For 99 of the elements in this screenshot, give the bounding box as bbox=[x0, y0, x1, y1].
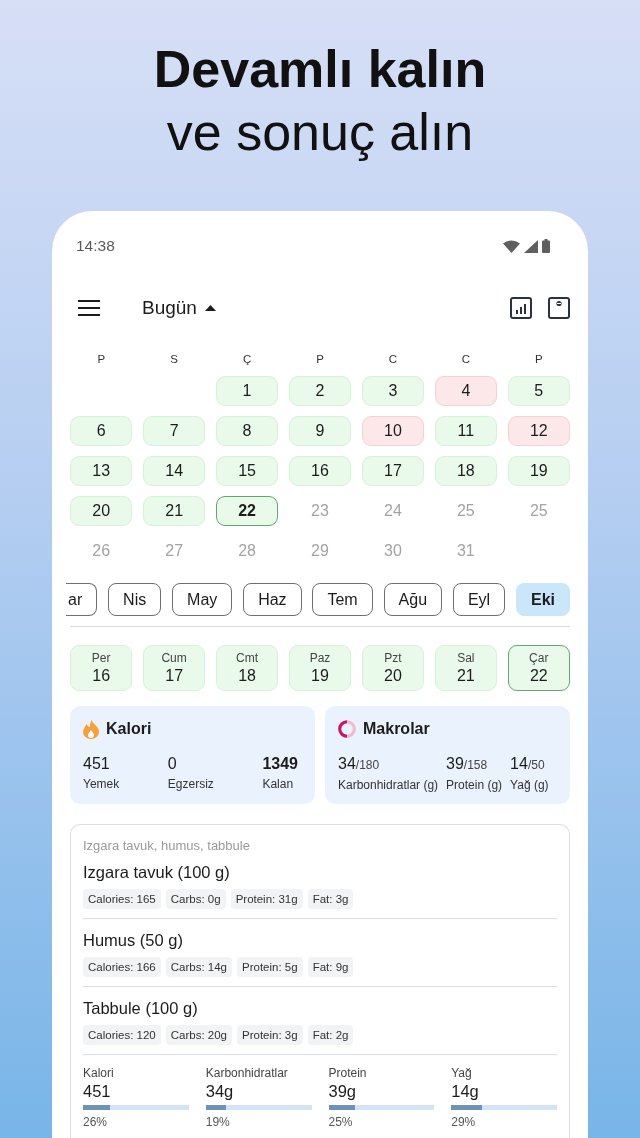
calendar-day[interactable]: 21 bbox=[142, 496, 206, 526]
month-chip[interactable]: Nis bbox=[108, 583, 162, 616]
calendar-day[interactable]: 4 bbox=[434, 376, 498, 406]
calendar-day[interactable]: 15 bbox=[215, 456, 279, 486]
total-value: 39g bbox=[328, 1081, 358, 1101]
week-day-chip[interactable]: Pzt 20 bbox=[361, 645, 425, 691]
stat-value: 1349 bbox=[262, 754, 298, 774]
calendar-day[interactable]: 19 bbox=[507, 456, 570, 486]
calendar-day[interactable]: 7 bbox=[142, 416, 206, 446]
status-time: 14:38 bbox=[76, 237, 115, 255]
total-label: Kalori bbox=[83, 1065, 115, 1081]
nutrient-tag: Carbs: 0g bbox=[165, 889, 226, 909]
signal-icon bbox=[524, 239, 538, 253]
month-chip[interactable]: Eyl bbox=[452, 583, 506, 616]
weekday-label: P bbox=[534, 353, 543, 365]
card-title: Makrolar bbox=[363, 720, 430, 738]
total-value: 451 bbox=[83, 1081, 112, 1101]
caret-icon bbox=[204, 305, 216, 311]
total-label: Yağ bbox=[451, 1065, 473, 1081]
calendar-day[interactable]: 17 bbox=[361, 456, 425, 486]
calendar-day[interactable]: 12 bbox=[507, 416, 570, 446]
total-percent: 19% bbox=[205, 1115, 231, 1129]
weekday-label: C bbox=[388, 353, 398, 365]
nutrient-tag: Protein: 3g bbox=[237, 1025, 303, 1045]
calendar-day[interactable]: 6 bbox=[70, 416, 133, 446]
headline-subtitle: ve sonuç alın bbox=[166, 102, 474, 163]
nutrient-tag: Fat: 3g bbox=[307, 889, 354, 909]
stat-label: Yemek bbox=[83, 776, 120, 793]
calendar-day[interactable]: 14 bbox=[142, 456, 206, 486]
stat-label: Protein (g) bbox=[446, 777, 503, 794]
macro-value: 14/50 bbox=[510, 754, 546, 774]
calendar-day[interactable]: 8 bbox=[215, 416, 279, 446]
stat-label: Egzersiz bbox=[167, 776, 214, 793]
nutrient-tag: Protein: 5g bbox=[237, 957, 303, 977]
wifi-icon bbox=[503, 239, 520, 253]
total-label: Protein bbox=[328, 1065, 368, 1081]
headline-title: Devamlı kalın bbox=[153, 39, 487, 100]
month-chip[interactable]: Eki bbox=[516, 583, 570, 616]
month-chip[interactable]: Ağu bbox=[383, 583, 443, 616]
total-value: 34g bbox=[205, 1081, 235, 1101]
month-chip[interactable]: ar bbox=[66, 583, 98, 616]
meal-summary: Izgara tavuk, humus, tabbule bbox=[83, 837, 251, 855]
nutrient-tag: Calories: 165 bbox=[83, 889, 161, 909]
total-percent: 29% bbox=[451, 1115, 477, 1129]
calendar-day[interactable]: 5 bbox=[507, 376, 570, 406]
stat-value: 451 bbox=[83, 754, 111, 774]
calendar-day[interactable]: 22 bbox=[215, 496, 279, 526]
calendar-day[interactable]: 9 bbox=[288, 416, 352, 446]
nutrient-tag: Fat: 9g bbox=[307, 957, 354, 977]
week-day-chip[interactable]: Cmt 18 bbox=[215, 645, 279, 691]
stat-label: Yağ (g) bbox=[510, 777, 549, 794]
weekday-label: P bbox=[97, 353, 106, 365]
food-name: Tabbule (100 g) bbox=[83, 998, 199, 1019]
food-name: Izgara tavuk (100 g) bbox=[83, 862, 231, 883]
total-percent: 26% bbox=[83, 1115, 109, 1129]
total-value: 14g bbox=[451, 1081, 480, 1101]
month-chip[interactable]: May bbox=[172, 583, 233, 616]
total-label: Karbonhidratlar bbox=[205, 1065, 289, 1081]
card-title: Kalori bbox=[106, 720, 152, 738]
stat-label: Karbonhidratlar (g) bbox=[338, 777, 439, 794]
nutrient-tag: Protein: 31g bbox=[230, 889, 303, 909]
flame-icon bbox=[83, 719, 99, 739]
month-chip[interactable]: Tem bbox=[312, 583, 373, 616]
week-day-chip[interactable]: Sal 21 bbox=[434, 645, 498, 691]
macro-value: 39/158 bbox=[446, 754, 489, 774]
ring-icon bbox=[338, 720, 356, 738]
calendar-day[interactable]: 1 bbox=[215, 376, 279, 406]
week-day-chip[interactable]: Per 16 bbox=[70, 645, 133, 691]
calendar-day[interactable]: 2 bbox=[288, 376, 352, 406]
month-chip[interactable]: Haz bbox=[243, 583, 302, 616]
nutrient-tag: Calories: 120 bbox=[83, 1025, 161, 1045]
menu-icon[interactable] bbox=[78, 300, 100, 316]
weekday-label: Ç bbox=[242, 353, 252, 365]
nutrient-tag: Carbs: 14g bbox=[165, 957, 233, 977]
food-name: Humus (50 g) bbox=[83, 930, 184, 951]
battery-icon bbox=[542, 239, 550, 253]
stat-label: Kalan bbox=[262, 776, 295, 793]
scale-icon[interactable] bbox=[548, 297, 570, 319]
calendar-day[interactable]: 16 bbox=[288, 456, 352, 486]
calendar-day[interactable]: 13 bbox=[70, 456, 133, 486]
total-percent: 25% bbox=[328, 1115, 354, 1129]
macro-value: 34/180 bbox=[338, 754, 381, 774]
weekday-label: C bbox=[461, 353, 470, 365]
calendar-day[interactable]: 20 bbox=[70, 496, 133, 526]
stat-value: 0 bbox=[167, 754, 178, 774]
nutrient-tag: Fat: 2g bbox=[307, 1025, 354, 1045]
nutrient-tag: Carbs: 20g bbox=[165, 1025, 233, 1045]
calendar-day[interactable]: 11 bbox=[434, 416, 498, 446]
calendar-day[interactable]: 3 bbox=[361, 376, 425, 406]
week-day-chip[interactable]: Çar 22 bbox=[507, 645, 570, 691]
calendar-day[interactable]: 18 bbox=[434, 456, 498, 486]
nutrient-tag: Calories: 166 bbox=[83, 957, 161, 977]
bar-chart-icon[interactable] bbox=[510, 297, 532, 319]
weekday-label: P bbox=[316, 353, 324, 365]
date-dropdown[interactable]: Bugün bbox=[142, 297, 216, 319]
week-day-chip[interactable]: Cum 17 bbox=[142, 645, 206, 691]
calendar-day[interactable]: 10 bbox=[361, 416, 425, 446]
week-day-chip[interactable]: Paz 19 bbox=[288, 645, 352, 691]
weekday-label: S bbox=[170, 353, 178, 365]
